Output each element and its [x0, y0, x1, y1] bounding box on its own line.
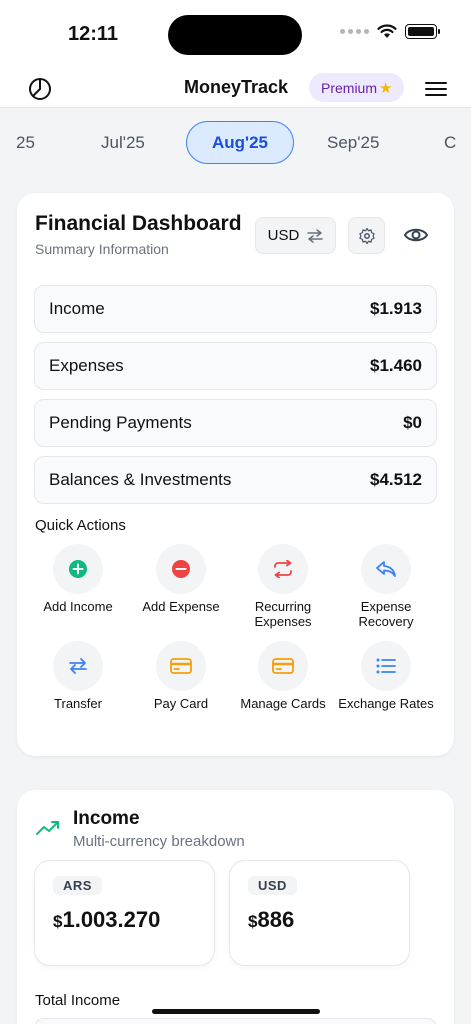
- expense-recovery-button[interactable]: Expense Recovery: [336, 544, 436, 629]
- qa-label: Transfer: [54, 696, 102, 711]
- summary-value: $1.460: [370, 356, 422, 375]
- qa-label: Manage Cards: [240, 696, 326, 711]
- summary-row-balances[interactable]: Balances & Investments $4.512: [34, 456, 437, 504]
- qa-icon-wrap: [53, 544, 103, 594]
- qa-label: Recurring Expenses: [254, 599, 312, 629]
- credit-card-icon: [272, 658, 294, 674]
- qa-icon-wrap: [258, 641, 308, 691]
- currency-amount: $1.003.270: [53, 907, 160, 933]
- app-title: MoneyTrack: [184, 77, 289, 97]
- summary-label: Expenses: [49, 356, 124, 375]
- month-selector: 25 Jul'25 Aug'25 Sep'25 C: [0, 108, 471, 176]
- qa-icon-wrap: [53, 641, 103, 691]
- summary-label: Balances & Investments: [49, 470, 232, 489]
- dashboard-title: Financial Dashboard: [35, 212, 242, 235]
- app-header: MoneyTrack Premium ★: [0, 70, 471, 108]
- status-time: 12:11: [68, 23, 119, 45]
- status-bar: 12:11: [0, 0, 471, 70]
- qa-label: Pay Card: [153, 696, 209, 711]
- qa-label: Expense Recovery: [358, 599, 414, 629]
- hamburger-menu-icon[interactable]: [425, 80, 447, 98]
- exchange-rates-button[interactable]: Exchange Rates: [336, 641, 436, 711]
- summary-value: $4.512: [370, 470, 422, 489]
- recurring-expenses-button[interactable]: Recurring Expenses: [233, 544, 333, 629]
- qa-icon-wrap: [361, 641, 411, 691]
- premium-label: Premium: [321, 79, 378, 96]
- transfer-arrows-icon: [69, 658, 87, 674]
- quick-actions-title: Quick Actions: [35, 517, 126, 534]
- total-income-label: Total Income: [35, 992, 121, 1009]
- list-icon: [376, 658, 396, 674]
- summary-row-pending-payments[interactable]: Pending Payments $0: [34, 399, 437, 447]
- currency-code: ARS: [53, 876, 102, 895]
- qa-label: Exchange Rates: [338, 696, 434, 711]
- battery-icon: [405, 24, 440, 39]
- qa-icon-wrap: [156, 544, 206, 594]
- gear-icon: [358, 227, 375, 244]
- add-income-button[interactable]: Add Income: [28, 544, 128, 614]
- undo-arrow-icon: [376, 561, 396, 577]
- currency-value: 1.003.270: [62, 907, 161, 932]
- add-expense-button[interactable]: Add Expense: [131, 544, 231, 614]
- premium-badge[interactable]: Premium ★: [309, 73, 405, 102]
- month-item-active[interactable]: Aug'25: [186, 121, 294, 164]
- summary-row-income[interactable]: Income $1.913: [34, 285, 437, 333]
- qa-label: Add Expense: [142, 599, 220, 614]
- home-indicator[interactable]: [152, 1009, 320, 1014]
- total-income-box: [34, 1018, 437, 1024]
- wifi-icon: [377, 24, 397, 38]
- currency-value: 886: [257, 907, 295, 932]
- trending-up-icon: [36, 821, 59, 835]
- currency-amount: $886: [248, 907, 294, 933]
- currency-card-usd[interactable]: USD $886: [229, 860, 410, 966]
- swap-arrows-icon: [307, 228, 324, 243]
- currency-code: USD: [248, 876, 297, 895]
- qa-icon-wrap: [361, 544, 411, 594]
- currency-card-ars[interactable]: ARS $1.003.270: [34, 860, 215, 966]
- pie-chart-icon[interactable]: [28, 77, 52, 101]
- summary-label: Income: [49, 299, 105, 318]
- repeat-icon: [274, 560, 292, 578]
- currency-label: USD: [267, 227, 300, 244]
- month-item[interactable]: 25: [16, 133, 35, 153]
- currency-toggle-button[interactable]: USD: [255, 217, 336, 254]
- plus-circle-icon: [69, 560, 87, 578]
- eye-icon[interactable]: [403, 223, 429, 247]
- income-title: Income: [73, 808, 140, 829]
- income-card: Income Multi-currency breakdown ARS $1.0…: [17, 790, 454, 1024]
- qa-icon-wrap: [156, 641, 206, 691]
- star-icon: ★: [379, 79, 393, 97]
- summary-value: $1.913: [370, 299, 422, 318]
- summary-label: Pending Payments: [49, 413, 192, 432]
- settings-button[interactable]: [348, 217, 385, 254]
- pay-card-button[interactable]: Pay Card: [131, 641, 231, 711]
- summary-row-expenses[interactable]: Expenses $1.460: [34, 342, 437, 390]
- manage-cards-button[interactable]: Manage Cards: [233, 641, 333, 711]
- status-icons: [340, 24, 440, 39]
- dashboard-subtitle: Summary Information: [35, 241, 169, 257]
- income-subtitle: Multi-currency breakdown: [73, 833, 245, 850]
- month-item[interactable]: C: [444, 133, 456, 153]
- financial-dashboard-card: Financial Dashboard Summary Information …: [17, 193, 454, 756]
- month-item[interactable]: Sep'25: [327, 133, 379, 153]
- summary-value: $0: [403, 413, 422, 432]
- dynamic-island: [168, 15, 302, 55]
- minus-circle-icon: [172, 560, 190, 578]
- cellular-signal-icon: [340, 29, 369, 34]
- month-item[interactable]: Jul'25: [101, 133, 145, 153]
- credit-card-icon: [170, 658, 192, 674]
- qa-icon-wrap: [258, 544, 308, 594]
- transfer-button[interactable]: Transfer: [28, 641, 128, 711]
- qa-label: Add Income: [43, 599, 113, 614]
